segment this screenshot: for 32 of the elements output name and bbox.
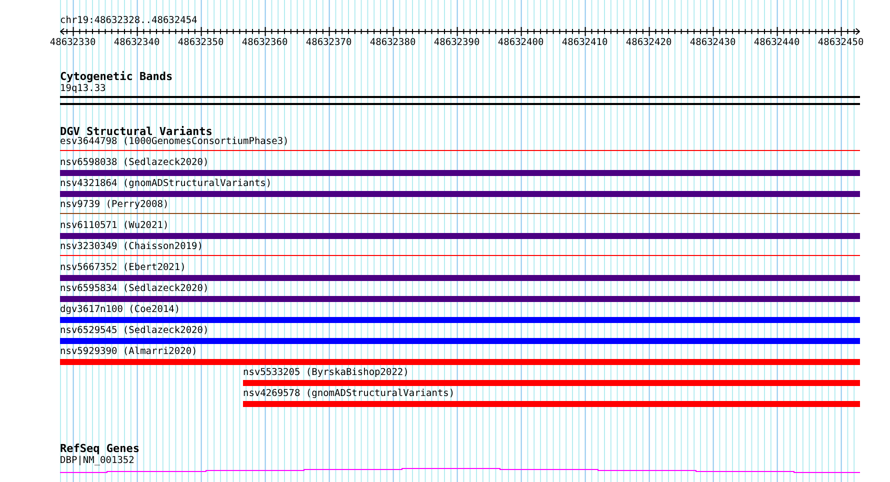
tick-label: 48632430 xyxy=(690,37,736,48)
variant-label: nsv4269578 (gnomADStructuralVariants) xyxy=(243,388,456,400)
tick-label: 48632340 xyxy=(114,37,160,48)
tick-label: 48632390 xyxy=(434,37,480,48)
variant-label: nsv5533205 (ByrskaBishop2022) xyxy=(243,367,410,379)
variant-label: nsv3230349 (Chaisson2019) xyxy=(60,241,204,253)
variant-label: nsv6595834 (Sedlazeck2020) xyxy=(60,283,210,295)
track-title: RefSeq Genes xyxy=(60,443,140,455)
variant-label: nsv5667352 (Ebert2021) xyxy=(60,262,187,274)
tick-label: 48632360 xyxy=(242,37,288,48)
band-label: 19q13.33 xyxy=(60,83,106,95)
tick-label: 48632450 xyxy=(818,37,864,48)
variant-label: esv3644798 (1000GenomesConsortiumPhase3) xyxy=(60,136,290,148)
variant-label: nsv5929390 (Almarri2020) xyxy=(60,346,198,358)
location-label: chr19:48632328..48632454 xyxy=(60,14,198,27)
track-title: DGV Structural Variants xyxy=(60,126,212,138)
tick-label: 48632400 xyxy=(498,37,544,48)
tick-label: 48632440 xyxy=(754,37,800,48)
variant-label: nsv6598038 (Sedlazeck2020) xyxy=(60,157,210,169)
tick-label: 48632410 xyxy=(562,37,608,48)
variant-label: dgv3617n100 (Coe2014) xyxy=(60,304,182,316)
tick-label: 48632370 xyxy=(306,37,352,48)
variant-label: nsv9739 (Perry2008) xyxy=(60,199,170,211)
tick-label: 48632380 xyxy=(370,37,416,48)
tick-label: 48632330 xyxy=(50,37,96,48)
gene-label: DBP|NM_001352 xyxy=(60,455,134,467)
track-title: Cytogenetic Bands xyxy=(60,71,173,83)
tick-label: 48632350 xyxy=(178,37,224,48)
variant-label: nsv4321864 (gnomADStructuralVariants) xyxy=(60,178,273,190)
variant-label: nsv6110571 (Wu2021) xyxy=(60,220,170,232)
variant-label: nsv6529545 (Sedlazeck2020) xyxy=(60,325,210,337)
tick-label: 48632420 xyxy=(626,37,672,48)
